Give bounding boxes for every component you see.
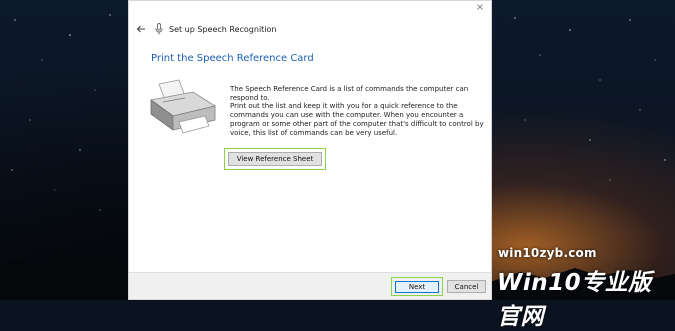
next-button[interactable]: Next	[395, 280, 439, 293]
description-details: Print out the list and keep it with you …	[230, 102, 484, 137]
title-bar: ×	[129, 1, 491, 15]
watermark-site: win10zyb.com	[498, 246, 597, 260]
description-intro: The Speech Reference Card is a list of c…	[230, 85, 469, 102]
back-arrow-icon[interactable]	[135, 23, 147, 35]
wizard-header: Set up Speech Recognition	[129, 15, 491, 43]
printer-icon	[150, 79, 217, 134]
wizard-title: Set up Speech Recognition	[169, 24, 277, 34]
watermark-logo: Win10专业版官网	[497, 270, 652, 330]
speech-setup-dialog: × Set up Speech Recognition Print the Sp…	[128, 0, 492, 300]
microphone-icon	[155, 23, 163, 35]
view-reference-highlight: View Reference Sheet	[224, 148, 326, 170]
next-highlight: Next	[391, 277, 443, 296]
dialog-footer: Next Cancel	[129, 272, 491, 299]
view-reference-sheet-button[interactable]: View Reference Sheet	[228, 152, 322, 166]
page-heading: Print the Speech Reference Card	[151, 53, 314, 64]
cancel-button[interactable]: Cancel	[447, 280, 486, 293]
close-icon[interactable]: ×	[475, 3, 485, 13]
